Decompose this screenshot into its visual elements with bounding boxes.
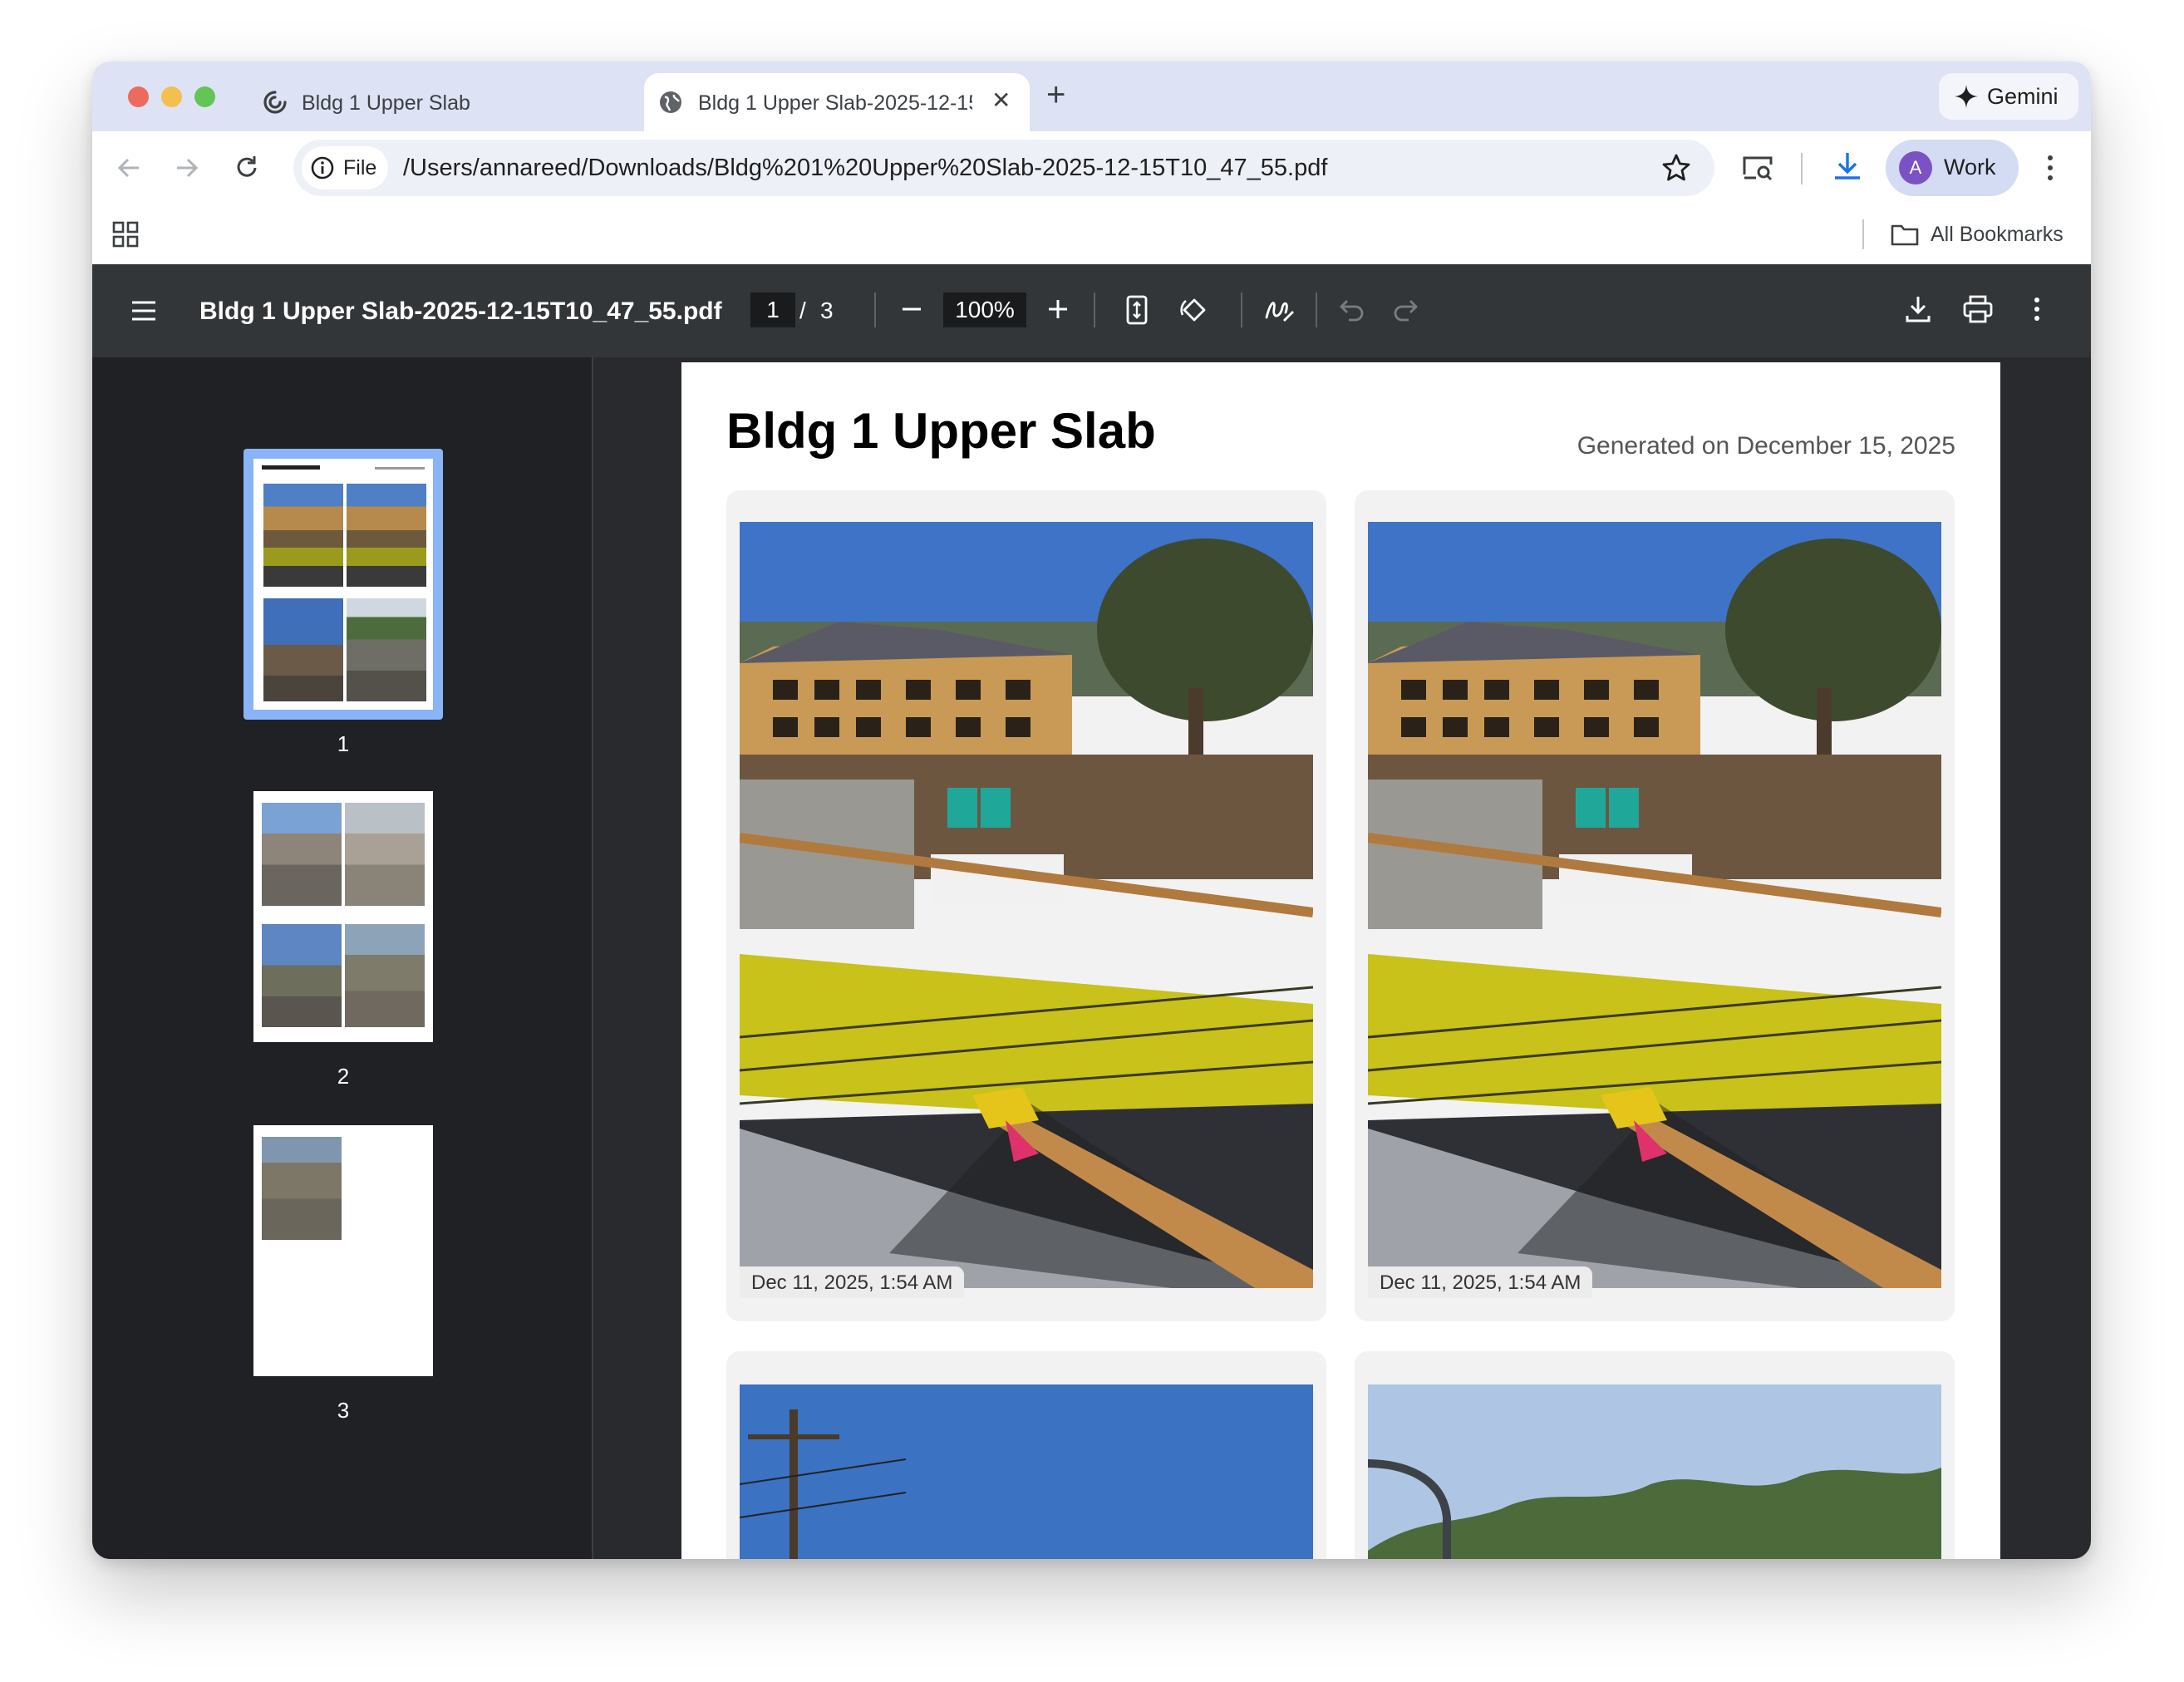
thumbnail-2-number: 2	[337, 1064, 350, 1089]
tab-2-active[interactable]: Bldg 1 Upper Slab-2025-12-15T10_47_55.pd…	[644, 73, 1030, 131]
photo-card: Dec 11, 2025, 1:54 AM	[726, 490, 1326, 1321]
thumbnail-1[interactable]	[243, 449, 443, 720]
close-window-button[interactable]	[128, 86, 149, 107]
globe-icon	[657, 89, 684, 116]
print-icon[interactable]	[1962, 294, 1994, 324]
fit-page-icon[interactable]	[1125, 294, 1149, 326]
site-info-chip[interactable]: File	[302, 146, 389, 189]
sparkle-icon	[1954, 84, 1979, 109]
profile-name: Work	[1944, 155, 1996, 180]
thumbnail-sidebar: 1 2 3	[92, 357, 593, 1559]
reload-icon[interactable]	[232, 153, 262, 183]
construction-photo	[740, 522, 1313, 1288]
tab-2-close-icon[interactable]: ✕	[991, 86, 1011, 114]
photo-caption: Dec 11, 2025, 1:54 AM	[1368, 1266, 1593, 1298]
gemini-label: Gemini	[1987, 83, 2059, 109]
thumbnail-1-number: 1	[337, 731, 350, 756]
avatar: A	[1899, 151, 1932, 184]
draw-annotation-icon[interactable]	[1264, 296, 1296, 324]
thumbnail-2[interactable]	[253, 791, 433, 1042]
bookmark-star-icon[interactable]	[1661, 153, 1691, 183]
tab-strip: Bldg 1 Upper Slab ✕ Bldg 1 Upper Slab-20…	[92, 61, 2091, 131]
zoom-window-button[interactable]	[194, 86, 215, 107]
apps-grid-icon[interactable]	[112, 221, 139, 248]
sidebar-menu-icon[interactable]	[130, 299, 157, 322]
browser-toolbar: File /Users/annareed/Downloads/Bldg%201%…	[92, 131, 2091, 204]
folder-icon	[1891, 223, 1919, 246]
photo-card	[726, 1351, 1326, 1559]
chrome-menu-icon[interactable]	[2044, 153, 2057, 183]
tree-line-photo	[1368, 1384, 1941, 1559]
photo-card: Dec 11, 2025, 1:54 AM	[1355, 490, 1955, 1321]
back-arrow-icon[interactable]	[114, 153, 144, 183]
redo-icon[interactable]	[1392, 298, 1419, 322]
utility-pole-photo	[740, 1384, 1313, 1559]
all-bookmarks-button[interactable]: All Bookmarks	[1891, 218, 2063, 251]
url-text[interactable]: /Users/annareed/Downloads/Bldg%201%20Upp…	[403, 155, 1327, 182]
pdf-toolbar-divider	[1316, 293, 1317, 327]
pdf-viewer: 1 2 3 Bldg 1 Upper Slab Generated on Dec…	[92, 357, 2091, 1559]
bookmarks-divider	[1862, 219, 1864, 249]
new-tab-button[interactable]: +	[1046, 78, 1065, 111]
pdf-toolbar-divider	[1241, 293, 1242, 327]
download-icon[interactable]	[1904, 294, 1932, 324]
downloads-icon[interactable]	[1831, 150, 1864, 184]
toolbar-divider	[1801, 153, 1803, 184]
pdf-page-1: Bldg 1 Upper Slab Generated on December …	[681, 362, 2000, 1559]
pdf-filename: Bldg 1 Upper Slab-2025-12-15T10_47_55.pd…	[199, 298, 722, 325]
pdf-toolbar-divider	[1094, 293, 1095, 327]
minimize-window-button[interactable]	[161, 86, 182, 107]
page-separator: /	[799, 298, 806, 323]
pdf-toolbar-divider	[874, 293, 876, 327]
info-icon	[310, 155, 335, 180]
forward-arrow-icon[interactable]	[172, 153, 202, 183]
loading-spinner-icon	[262, 89, 288, 116]
browser-window: Bldg 1 Upper Slab ✕ Bldg 1 Upper Slab-20…	[92, 61, 2091, 1559]
construction-photo	[1368, 522, 1941, 1288]
total-pages: 3	[820, 298, 834, 323]
bookmarks-bar: All Bookmarks	[92, 204, 2091, 264]
zoom-in-icon[interactable]	[1045, 296, 1071, 322]
address-bar[interactable]: File /Users/annareed/Downloads/Bldg%201%…	[293, 140, 1714, 196]
tab-1-title: Bldg 1 Upper Slab	[302, 91, 470, 115]
thumbnail-3-number: 3	[337, 1398, 350, 1423]
photo-caption: Dec 11, 2025, 1:54 AM	[740, 1266, 965, 1298]
profile-button[interactable]: A Work	[1886, 140, 2019, 196]
gemini-button[interactable]: Gemini	[1939, 73, 2078, 120]
document-title: Bldg 1 Upper Slab	[726, 403, 1156, 459]
all-bookmarks-label: All Bookmarks	[1931, 222, 2063, 246]
page-number-input[interactable]: 1	[750, 293, 795, 327]
photo-card	[1355, 1351, 1955, 1559]
thumbnail-3[interactable]	[253, 1125, 433, 1376]
tab-2-title: Bldg 1 Upper Slab-2025-12-15T10_47_55.pd…	[698, 91, 972, 115]
rotate-icon[interactable]	[1178, 294, 1211, 326]
cast-search-icon[interactable]	[1741, 151, 1774, 184]
zoom-out-icon[interactable]	[898, 296, 925, 322]
zoom-level-input[interactable]: 100%	[943, 293, 1026, 327]
pdf-toolbar: Bldg 1 Upper Slab-2025-12-15T10_47_55.pd…	[92, 264, 2091, 357]
generated-date: Generated on December 15, 2025	[1577, 432, 1955, 460]
undo-icon[interactable]	[1339, 298, 1365, 322]
thumbnail-page-1	[253, 459, 433, 710]
scheme-label: File	[343, 155, 377, 180]
pdf-more-menu-icon[interactable]	[2032, 296, 2042, 322]
